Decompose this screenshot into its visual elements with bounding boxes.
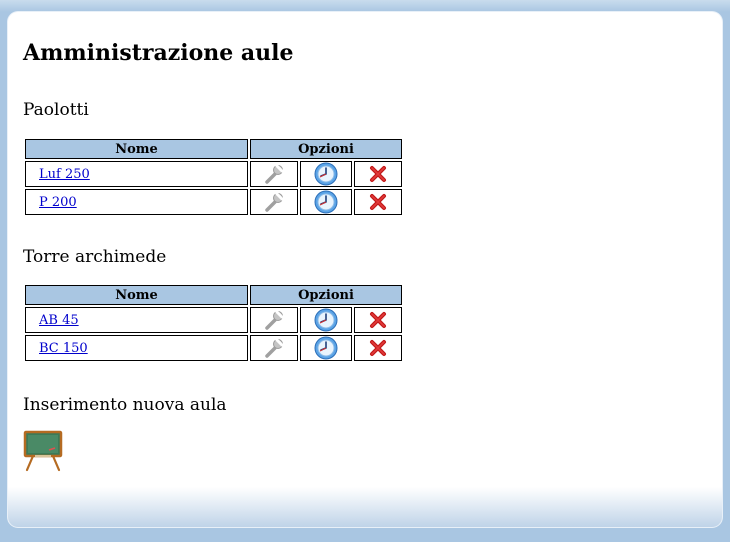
delete-room-button[interactable] bbox=[354, 189, 402, 215]
new-room-title: Inserimento nuova aula bbox=[23, 395, 227, 415]
wrench-icon[interactable] bbox=[263, 309, 285, 331]
delete-room-button[interactable] bbox=[354, 335, 402, 361]
blackboard-icon[interactable] bbox=[23, 430, 65, 472]
room-name-cell: AB 45 bbox=[25, 307, 248, 333]
delete-x-icon[interactable] bbox=[369, 311, 387, 329]
rooms-table-paolotti: Nome Opzioni Luf 250 P 200 bbox=[23, 137, 404, 217]
delete-x-icon[interactable] bbox=[369, 339, 387, 357]
edit-room-button[interactable] bbox=[250, 307, 298, 333]
clock-icon[interactable] bbox=[314, 162, 338, 186]
edit-room-button[interactable] bbox=[250, 161, 298, 187]
column-header-opzioni: Opzioni bbox=[250, 139, 402, 159]
building-title-paolotti: Paolotti bbox=[23, 100, 89, 120]
panel-footer bbox=[8, 487, 722, 527]
building-title-torre-archimede: Torre archimede bbox=[23, 247, 167, 267]
room-link[interactable]: P 200 bbox=[39, 195, 77, 210]
delete-room-button[interactable] bbox=[354, 307, 402, 333]
page-title: Amministrazione aule bbox=[23, 40, 294, 66]
room-name-cell: Luf 250 bbox=[25, 161, 248, 187]
wrench-icon[interactable] bbox=[263, 191, 285, 213]
main-panel: Amministrazione aule Paolotti Nome Opzio… bbox=[8, 12, 722, 527]
add-room-button[interactable] bbox=[23, 430, 65, 476]
table-row: P 200 bbox=[25, 189, 402, 215]
wrench-icon[interactable] bbox=[263, 337, 285, 359]
table-row: AB 45 bbox=[25, 307, 402, 333]
delete-x-icon[interactable] bbox=[369, 193, 387, 211]
table-row: BC 150 bbox=[25, 335, 402, 361]
clock-icon[interactable] bbox=[314, 308, 338, 332]
column-header-nome: Nome bbox=[25, 139, 248, 159]
room-link[interactable]: Luf 250 bbox=[39, 167, 90, 182]
room-name-cell: BC 150 bbox=[25, 335, 248, 361]
delete-room-button[interactable] bbox=[354, 161, 402, 187]
edit-room-button[interactable] bbox=[250, 189, 298, 215]
column-header-opzioni: Opzioni bbox=[250, 285, 402, 305]
rooms-table-torre-archimede: Nome Opzioni AB 45 BC 150 bbox=[23, 283, 404, 363]
schedule-room-button[interactable] bbox=[300, 189, 352, 215]
room-link[interactable]: AB 45 bbox=[39, 313, 79, 328]
column-header-nome: Nome bbox=[25, 285, 248, 305]
schedule-room-button[interactable] bbox=[300, 335, 352, 361]
table-header-row: Nome Opzioni bbox=[25, 139, 402, 159]
wrench-icon[interactable] bbox=[263, 163, 285, 185]
room-link[interactable]: BC 150 bbox=[39, 341, 88, 356]
edit-room-button[interactable] bbox=[250, 335, 298, 361]
delete-x-icon[interactable] bbox=[369, 165, 387, 183]
schedule-room-button[interactable] bbox=[300, 161, 352, 187]
room-name-cell: P 200 bbox=[25, 189, 248, 215]
clock-icon[interactable] bbox=[314, 336, 338, 360]
clock-icon[interactable] bbox=[314, 190, 338, 214]
schedule-room-button[interactable] bbox=[300, 307, 352, 333]
table-header-row: Nome Opzioni bbox=[25, 285, 402, 305]
table-row: Luf 250 bbox=[25, 161, 402, 187]
